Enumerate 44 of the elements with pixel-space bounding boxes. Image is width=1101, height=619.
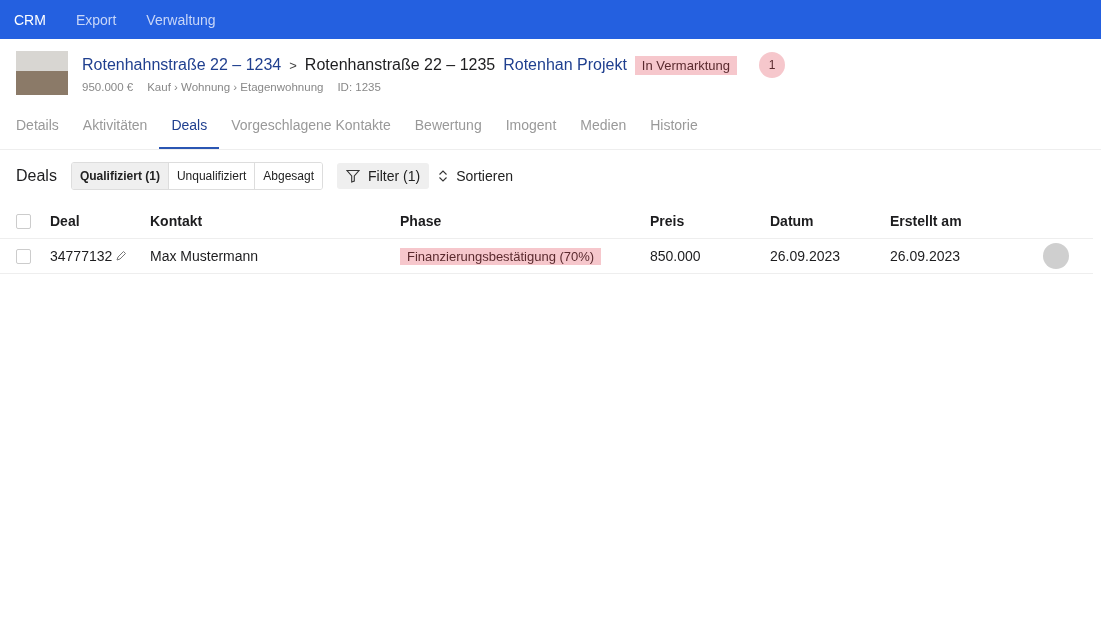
- checkbox[interactable]: [16, 213, 31, 229]
- tab[interactable]: Bewertung: [402, 111, 494, 149]
- breadcrumb-current: Rotenhanstraße 22 – 1235: [304, 56, 496, 74]
- nav-item[interactable]: CRM: [14, 11, 46, 28]
- table-cell-text: 26.09.2023: [890, 248, 962, 264]
- segment-button[interactable]: Qualifiziert (1): [71, 163, 168, 189]
- segment-button[interactable]: Abgesagt: [254, 163, 322, 189]
- meta-text: ID: 1235: [337, 81, 381, 93]
- tab[interactable]: Medien: [568, 111, 639, 149]
- table-cell-text: 26.09.2023: [770, 248, 842, 264]
- filter-icon: [346, 169, 360, 183]
- tab[interactable]: Aktivitäten: [70, 111, 160, 149]
- column-header: Kontakt: [150, 213, 204, 229]
- sort-icon: [438, 170, 449, 182]
- breadcrumb-link[interactable]: Rotenhahnstraße 22 – 1234: [82, 56, 282, 74]
- tab[interactable]: Details: [4, 111, 71, 149]
- column-header: Phase: [400, 213, 443, 229]
- column-header: Preis: [650, 213, 686, 229]
- column-header: Deal: [50, 213, 81, 229]
- nav-item[interactable]: Verwaltung: [146, 11, 216, 28]
- pencil-icon[interactable]: [115, 250, 128, 262]
- column-header: Datum: [770, 213, 815, 229]
- column-header: Erstellt am: [890, 213, 963, 229]
- sort-button[interactable]: Sortieren: [429, 163, 522, 189]
- tab[interactable]: Deals: [159, 111, 220, 149]
- checkbox[interactable]: [16, 248, 31, 264]
- meta-text: 950.000 €: [82, 81, 134, 93]
- tab[interactable]: Vorgeschlagene Kontakte: [219, 111, 403, 149]
- phase-tag: Finanzierungsbestätigung (70%): [400, 247, 602, 265]
- avatar: [1043, 243, 1069, 269]
- table-cell-text: 850.000: [650, 248, 702, 264]
- breadcrumb-separator: >: [289, 57, 297, 73]
- filter-button[interactable]: Filter (1): [337, 163, 430, 189]
- status-tag: In Vermarktung: [634, 55, 737, 75]
- table-cell-text: Max Mustermann: [150, 248, 260, 264]
- tab[interactable]: Historie: [638, 111, 710, 149]
- meta-text: Kauf › Wohnung › Etagenwohnung: [147, 81, 324, 93]
- count-badge: 1: [759, 52, 785, 78]
- tab[interactable]: Imogent: [493, 111, 569, 149]
- photo-placeholder: [16, 51, 68, 95]
- table-cell: 34777132: [50, 248, 113, 264]
- breadcrumb-link[interactable]: Rotenhan Projekt: [503, 56, 627, 74]
- nav-item[interactable]: Export: [75, 11, 117, 28]
- section-title: Deals: [16, 167, 57, 185]
